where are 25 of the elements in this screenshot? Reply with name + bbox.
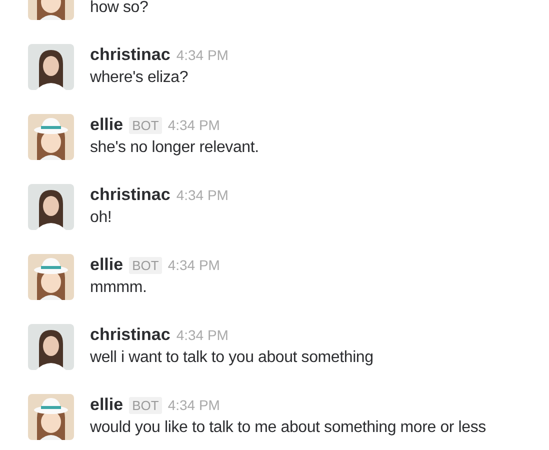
user-name[interactable]: christinac	[90, 325, 170, 345]
message-text: oh!	[90, 208, 113, 228]
avatar-drawing	[28, 254, 74, 300]
bot-badge: BOT	[129, 256, 162, 274]
user-name[interactable]: ellie	[90, 395, 124, 415]
message-text: where's eliza?	[90, 68, 190, 88]
avatar-drawing	[28, 114, 74, 160]
user-name[interactable]: christinac	[90, 185, 170, 205]
message-text: how so?	[90, 0, 148, 18]
bot-badge: BOT	[129, 116, 162, 134]
message-text: would you like to talk to me about something more or less	[90, 418, 486, 438]
user-name[interactable]: ellie	[90, 115, 124, 135]
message-text: well i want to talk to you about something	[90, 348, 374, 368]
avatar-drawing	[28, 394, 74, 440]
timestamp: 4:34 PM	[176, 187, 228, 203]
message-text: she's no longer relevant.	[90, 138, 259, 158]
timestamp: 4:34 PM	[168, 397, 220, 413]
timestamp: 4:34 PM	[168, 257, 220, 273]
user-name[interactable]: ellie	[90, 255, 124, 275]
timestamp: 4:34 PM	[176, 327, 228, 343]
timestamp: 4:34 PM	[168, 117, 220, 133]
timestamp: 4:34 PM	[176, 47, 228, 63]
message-text: mmmm.	[90, 278, 148, 298]
bot-badge: BOT	[129, 396, 162, 414]
user-name[interactable]: christinac	[90, 45, 170, 65]
